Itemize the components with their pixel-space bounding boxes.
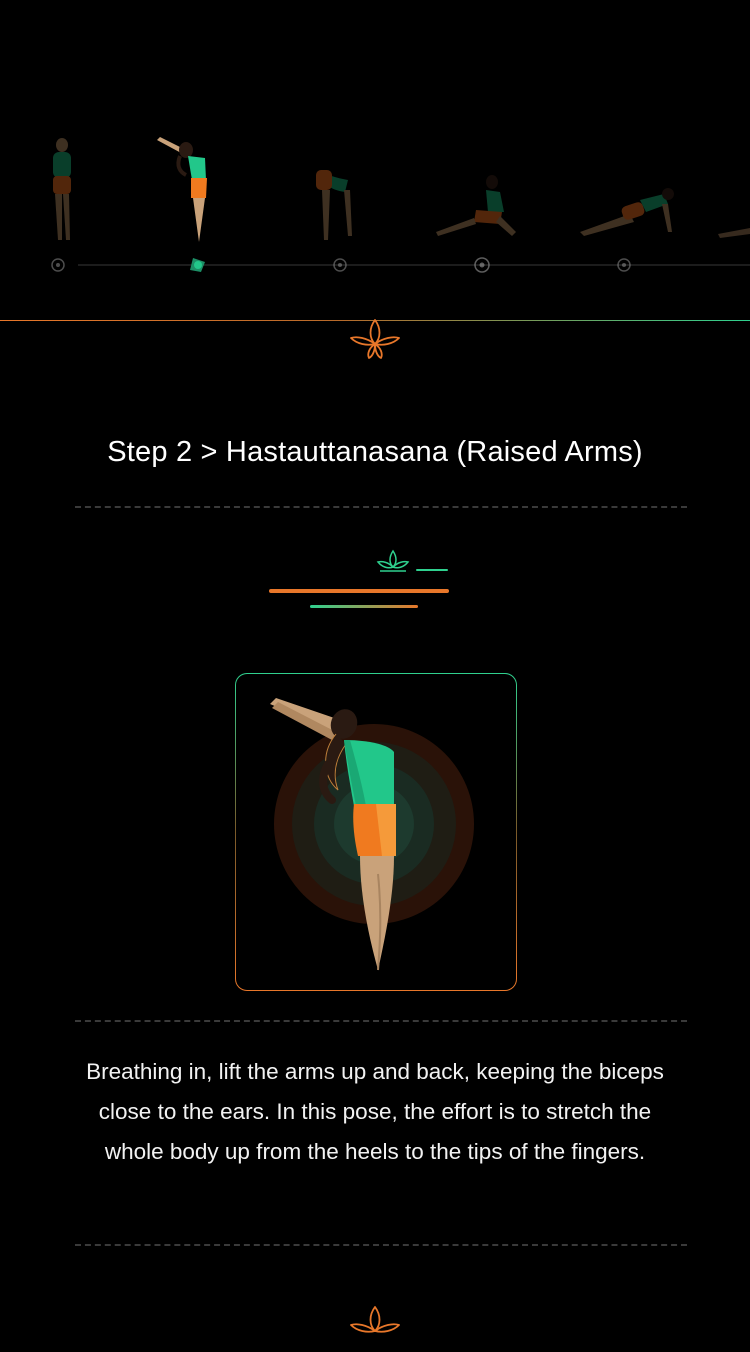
lotus-icon — [376, 549, 410, 580]
carousel-marker-1[interactable] — [51, 258, 65, 272]
pose-carousel[interactable] — [0, 0, 750, 322]
dashed-divider — [75, 506, 687, 508]
lotus-icon — [349, 1303, 401, 1352]
pose-thumbnail-4[interactable] — [436, 175, 516, 236]
step-title: Step 2 > Hastauttanasana (Raised Arms) — [107, 436, 643, 468]
ornament-bar — [310, 605, 418, 608]
pose-illustration-card — [235, 673, 517, 991]
pose-thumbnail-5[interactable] — [580, 188, 674, 236]
lotus-icon — [349, 316, 401, 365]
ornament-bar — [416, 569, 448, 571]
raised-arms-pose-illustration — [270, 698, 474, 971]
pose-thumbnail-2[interactable] — [157, 137, 207, 242]
pose-thumbnail-6[interactable] — [718, 228, 750, 238]
step-description: Breathing in, lift the arms up and back,… — [86, 1059, 664, 1164]
dashed-divider — [75, 1244, 687, 1246]
pose-thumbnail-1[interactable] — [53, 138, 71, 240]
pose-thumbnail-3[interactable] — [316, 170, 352, 240]
pose-carousel-graphic — [51, 137, 750, 273]
dashed-divider — [75, 1020, 687, 1022]
carousel-marker-2[interactable] — [190, 258, 205, 272]
ornament-bar — [269, 589, 449, 593]
